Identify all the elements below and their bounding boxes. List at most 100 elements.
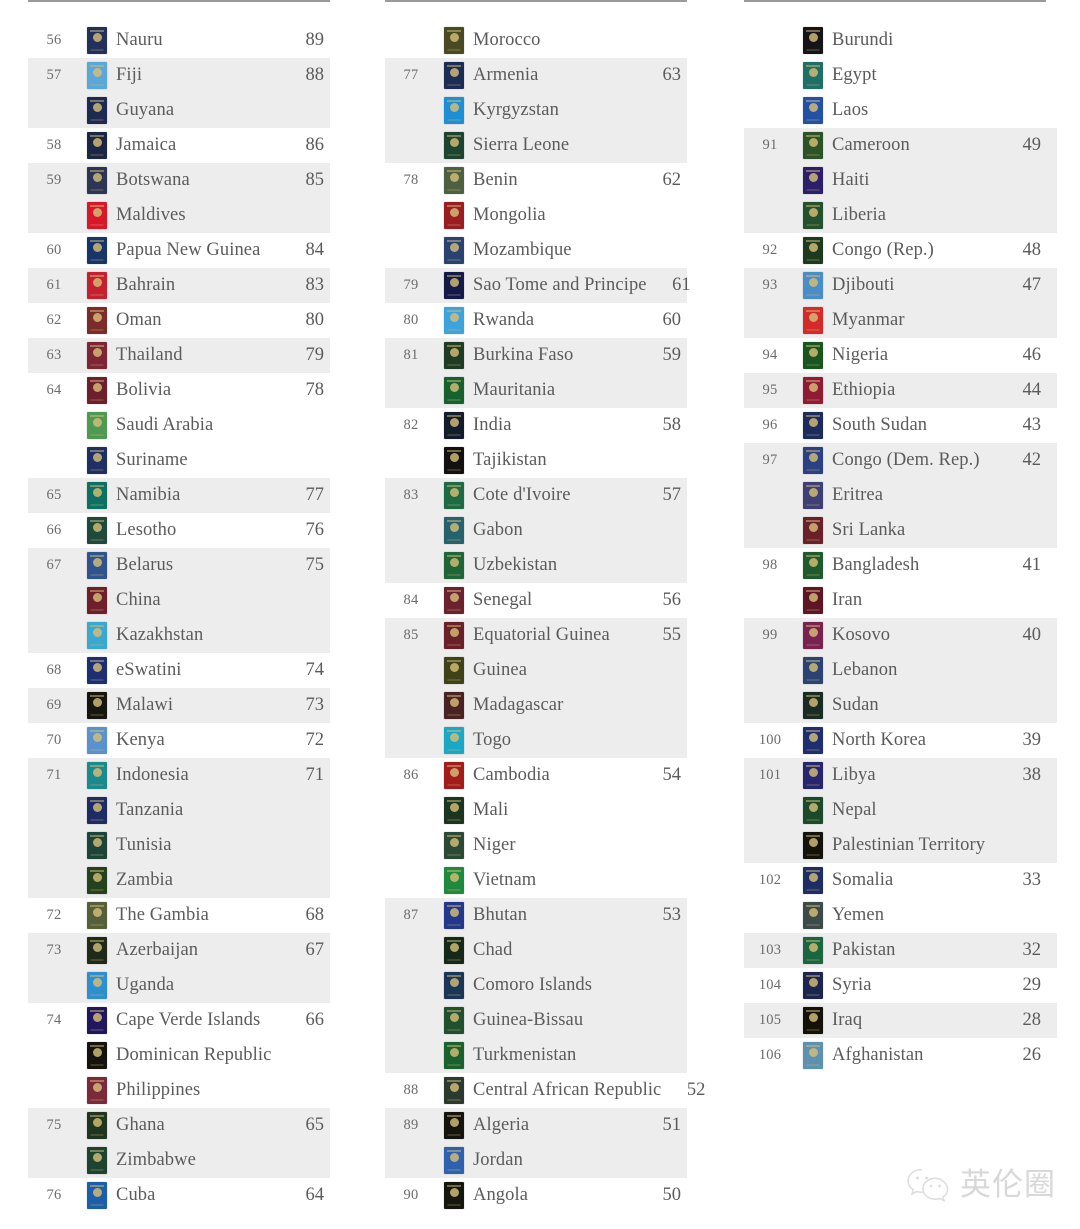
table-row[interactable]: 59 Botswana 85 [28, 163, 330, 198]
table-row[interactable]: Chad [385, 933, 687, 968]
table-row[interactable]: Sudan [744, 688, 1057, 723]
table-row[interactable]: 67 Belarus 75 [28, 548, 330, 583]
table-row[interactable]: Gabon [385, 513, 687, 548]
table-row[interactable]: 97 Congo (Dem. Rep.) 42 [744, 443, 1057, 478]
table-row[interactable]: 100 North Korea 39 [744, 723, 1057, 758]
table-row[interactable]: Mozambique [385, 233, 687, 268]
table-row[interactable]: Iran [744, 583, 1057, 618]
table-row[interactable]: 62 Oman 80 [28, 303, 330, 338]
table-row[interactable]: 70 Kenya 72 [28, 723, 330, 758]
table-row[interactable]: 56 Nauru 89 [28, 23, 330, 58]
table-row[interactable]: 69 Malawi 73 [28, 688, 330, 723]
table-row[interactable]: 74 Cape Verde Islands 66 [28, 1003, 330, 1038]
table-row[interactable]: 106 Afghanistan 26 [744, 1038, 1057, 1073]
table-row[interactable]: 102 Somalia 33 [744, 863, 1057, 898]
table-row[interactable]: Nepal [744, 793, 1057, 828]
table-row[interactable]: Niger [385, 828, 687, 863]
table-row[interactable]: Jordan [385, 1143, 687, 1178]
table-row[interactable]: Sri Lanka [744, 513, 1057, 548]
table-row[interactable]: 104 Syria 29 [744, 968, 1057, 1003]
table-row[interactable]: Mongolia [385, 198, 687, 233]
table-row[interactable]: 89 Algeria 51 [385, 1108, 687, 1143]
table-row[interactable]: 90 Angola 50 [385, 1178, 687, 1213]
table-row[interactable]: 86 Cambodia 54 [385, 758, 687, 793]
table-row[interactable]: Zambia [28, 863, 330, 898]
table-row[interactable]: 83 Cote d'Ivoire 57 [385, 478, 687, 513]
table-row[interactable]: Zimbabwe [28, 1143, 330, 1178]
table-row[interactable]: Tanzania [28, 793, 330, 828]
table-row[interactable]: Palestinian Territory [744, 828, 1057, 863]
table-row[interactable]: 65 Namibia 77 [28, 478, 330, 513]
table-row[interactable]: 103 Pakistan 32 [744, 933, 1057, 968]
table-row[interactable]: 93 Djibouti 47 [744, 268, 1057, 303]
table-row[interactable]: Uzbekistan [385, 548, 687, 583]
table-row[interactable]: 75 Ghana 65 [28, 1108, 330, 1143]
table-row[interactable]: Mali [385, 793, 687, 828]
passport-thumbnail-cell [80, 762, 114, 789]
table-row[interactable]: 101 Libya 38 [744, 758, 1057, 793]
table-row[interactable]: Maldives [28, 198, 330, 233]
table-row[interactable]: Kazakhstan [28, 618, 330, 653]
table-row[interactable]: China [28, 583, 330, 618]
table-row[interactable]: Guinea [385, 653, 687, 688]
table-row[interactable]: 92 Congo (Rep.) 48 [744, 233, 1057, 268]
table-row[interactable]: 94 Nigeria 46 [744, 338, 1057, 373]
table-row[interactable]: Uganda [28, 968, 330, 1003]
table-row[interactable]: 60 Papua New Guinea 84 [28, 233, 330, 268]
table-row[interactable]: 73 Azerbaijan 67 [28, 933, 330, 968]
table-row[interactable]: 98 Bangladesh 41 [744, 548, 1057, 583]
table-row[interactable]: 66 Lesotho 76 [28, 513, 330, 548]
table-row[interactable]: Eritrea [744, 478, 1057, 513]
table-row[interactable]: Tunisia [28, 828, 330, 863]
table-row[interactable]: Saudi Arabia [28, 408, 330, 443]
table-row[interactable]: Laos [744, 93, 1057, 128]
table-row[interactable]: Mauritania [385, 373, 687, 408]
table-row[interactable]: 79 Sao Tome and Principe 61 [385, 268, 691, 303]
table-row[interactable]: Vietnam [385, 863, 687, 898]
table-row[interactable]: Liberia [744, 198, 1057, 233]
table-row[interactable]: Guinea-Bissau [385, 1003, 687, 1038]
table-row[interactable]: Tajikistan [385, 443, 687, 478]
table-row[interactable]: 82 India 58 [385, 408, 687, 443]
table-row[interactable]: Kyrgyzstan [385, 93, 687, 128]
table-row[interactable]: Haiti [744, 163, 1057, 198]
table-row[interactable]: 85 Equatorial Guinea 55 [385, 618, 687, 653]
table-row[interactable]: Egypt [744, 58, 1057, 93]
table-row[interactable]: Myanmar [744, 303, 1057, 338]
table-row[interactable]: Dominican Republic [28, 1038, 330, 1073]
table-row[interactable]: 72 The Gambia 68 [28, 898, 330, 933]
table-row[interactable]: 105 Iraq 28 [744, 1003, 1057, 1038]
score-cell: 78 [305, 380, 325, 400]
table-row[interactable]: Togo [385, 723, 687, 758]
table-row[interactable]: 95 Ethiopia 44 [744, 373, 1057, 408]
table-row[interactable]: 87 Bhutan 53 [385, 898, 687, 933]
table-row[interactable]: Philippines [28, 1073, 330, 1108]
table-row[interactable]: Yemen [744, 898, 1057, 933]
table-row[interactable]: 81 Burkina Faso 59 [385, 338, 687, 373]
table-row[interactable]: 88 Central African Republic 52 [385, 1073, 705, 1108]
table-row[interactable]: Comoro Islands [385, 968, 687, 1003]
table-row[interactable]: 78 Benin 62 [385, 163, 687, 198]
table-row[interactable]: Morocco [385, 23, 687, 58]
table-row[interactable]: 80 Rwanda 60 [385, 303, 687, 338]
table-row[interactable]: 76 Cuba 64 [28, 1178, 330, 1213]
table-row[interactable]: Lebanon [744, 653, 1057, 688]
table-row[interactable]: Sierra Leone [385, 128, 687, 163]
table-row[interactable]: 84 Senegal 56 [385, 583, 687, 618]
table-row[interactable]: Suriname [28, 443, 330, 478]
table-row[interactable]: 58 Jamaica 86 [28, 128, 330, 163]
table-row[interactable]: Turkmenistan [385, 1038, 687, 1073]
table-row[interactable]: 71 Indonesia 71 [28, 758, 330, 793]
table-row[interactable]: 96 South Sudan 43 [744, 408, 1057, 443]
table-row[interactable]: 61 Bahrain 83 [28, 268, 330, 303]
table-row[interactable]: 57 Fiji 88 [28, 58, 330, 93]
table-row[interactable]: 99 Kosovo 40 [744, 618, 1057, 653]
table-row[interactable]: 68 eSwatini 74 [28, 653, 330, 688]
table-row[interactable]: 91 Cameroon 49 [744, 128, 1057, 163]
table-row[interactable]: 63 Thailand 79 [28, 338, 330, 373]
table-row[interactable]: Burundi [744, 23, 1057, 58]
table-row[interactable]: Guyana [28, 93, 330, 128]
table-row[interactable]: 64 Bolivia 78 [28, 373, 330, 408]
table-row[interactable]: Madagascar [385, 688, 687, 723]
table-row[interactable]: 77 Armenia 63 [385, 58, 687, 93]
